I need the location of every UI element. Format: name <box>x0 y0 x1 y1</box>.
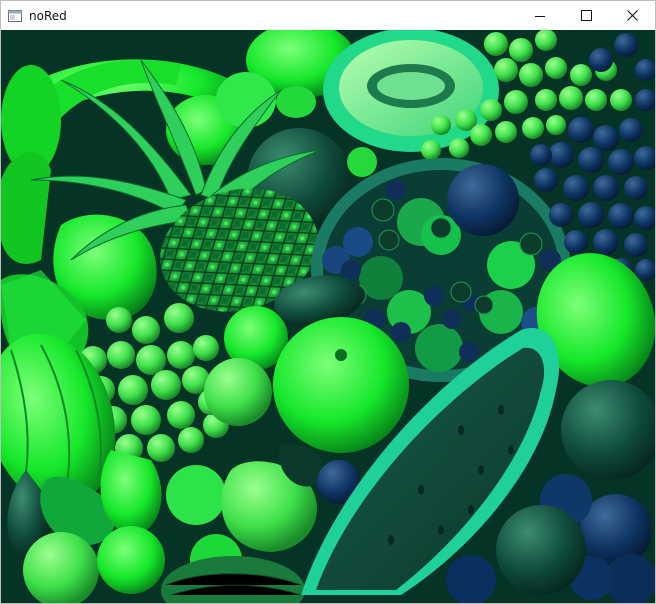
title-bar[interactable]: noRed <box>1 1 655 30</box>
minimize-button[interactable] <box>517 1 563 30</box>
app-window-icon <box>8 9 22 23</box>
minimize-icon <box>535 15 545 17</box>
window-controls <box>517 1 655 30</box>
close-button[interactable] <box>609 1 655 30</box>
image-canvas <box>1 30 655 603</box>
app-window: noRed <box>0 0 656 604</box>
maximize-icon <box>580 10 592 21</box>
close-icon <box>626 10 638 21</box>
window-title: noRed <box>29 8 67 23</box>
maximize-button[interactable] <box>563 1 609 30</box>
fruit-image <box>1 30 655 603</box>
